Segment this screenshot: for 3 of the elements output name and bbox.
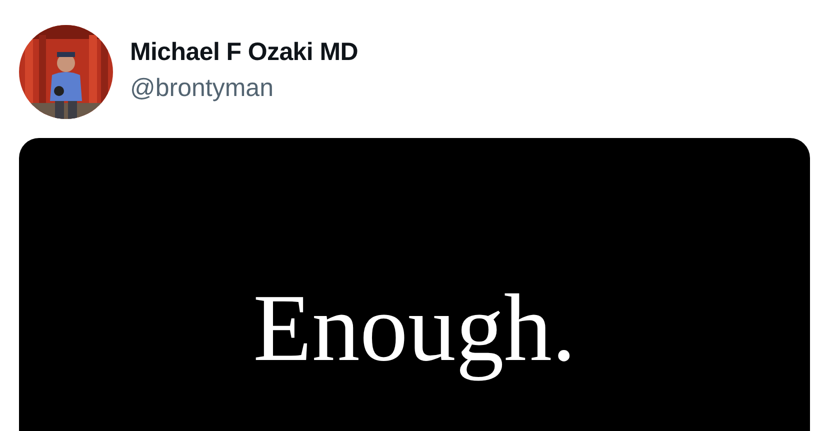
- author-name[interactable]: Michael F Ozaki MD: [130, 36, 358, 68]
- media-image[interactable]: Enough.: [19, 138, 810, 431]
- author-handle[interactable]: @brontyman: [130, 72, 358, 104]
